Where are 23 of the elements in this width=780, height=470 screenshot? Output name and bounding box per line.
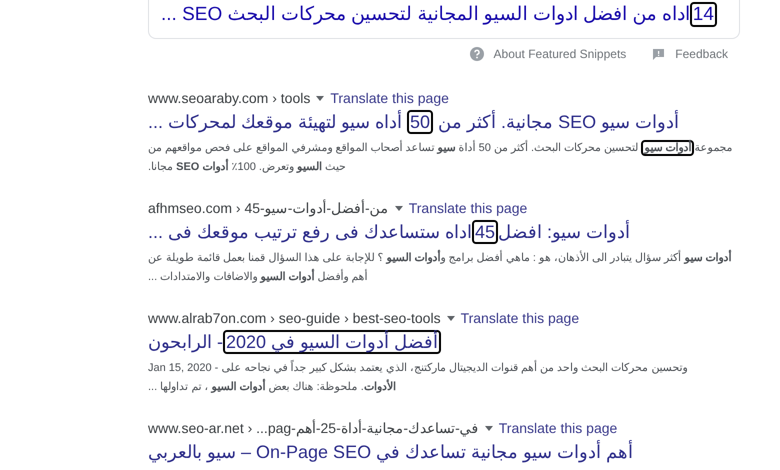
result-url: www.alrab7on.com › seo-guide › best-seo-tools bbox=[148, 309, 441, 327]
translate-link[interactable]: Translate this page bbox=[330, 89, 449, 107]
translate-link[interactable]: Translate this page bbox=[408, 199, 528, 217]
dropdown-caret-icon[interactable] bbox=[394, 206, 403, 210]
dropdown-caret-icon[interactable] bbox=[446, 316, 455, 320]
result-snippet: Jan 15, 2020 - وتحسين محركات البحث واحد من أهم قنوات الديجيتال ماركتنج، الذي يعتمد بشكل كبير جداً في نجاحه على bbox=[148, 359, 688, 376]
result-title-link[interactable]: أهم أدوات سيو مجانية تساعدك في On-Page SEO – سيو بالعربي bbox=[148, 440, 634, 465]
translate-link[interactable]: Translate this page bbox=[460, 309, 580, 327]
result-snippet: أدوات سيو أكثر سؤال يتبادر الى الأذهان، هو : ماهي أفضل برامج وأدوات السيو ؟ للإجابة على هذا السؤال قمنا بعمل قائمة طويلة عن bbox=[148, 249, 732, 268]
result-snippet: مجموعة أدوات سيو لتحسين محركات البحث. أكثر من 50 أداة سيو تساعد أصحاب المواقع ومشرفي المواقع على فحص مواقعهم من bbox=[148, 139, 732, 158]
result-snippet: أهم وأفضل أدوات السيو والاضافات والامتدادات ... bbox=[148, 268, 368, 287]
result-snippet: حيث السيو وتعرض. 100٪ أدوات SEO مجانا. bbox=[148, 158, 346, 177]
feedback-icon bbox=[652, 48, 666, 60]
feedback-link[interactable]: Feedback bbox=[675, 45, 728, 63]
translate-link[interactable]: Translate this page bbox=[498, 419, 618, 437]
result-url: www.seo-ar.net › ...pag-في-تساعدك-مجانية-أداة-25-أهم bbox=[148, 419, 479, 437]
result-snippet: الأدوات. ملحوظة: هناك بعض أدوات السيو ، تم تداولها ... bbox=[148, 378, 396, 397]
help-link[interactable]: About Featured Snippets bbox=[494, 45, 626, 63]
dropdown-caret-icon[interactable] bbox=[316, 96, 324, 100]
help-icon bbox=[470, 47, 484, 61]
dropdown-caret-icon[interactable] bbox=[484, 426, 493, 430]
result-url: www.seoaraby.com › tools bbox=[148, 89, 310, 107]
result-url: afhmseo.com › 45-من-أفضل-أدوات-سيو bbox=[148, 199, 389, 217]
